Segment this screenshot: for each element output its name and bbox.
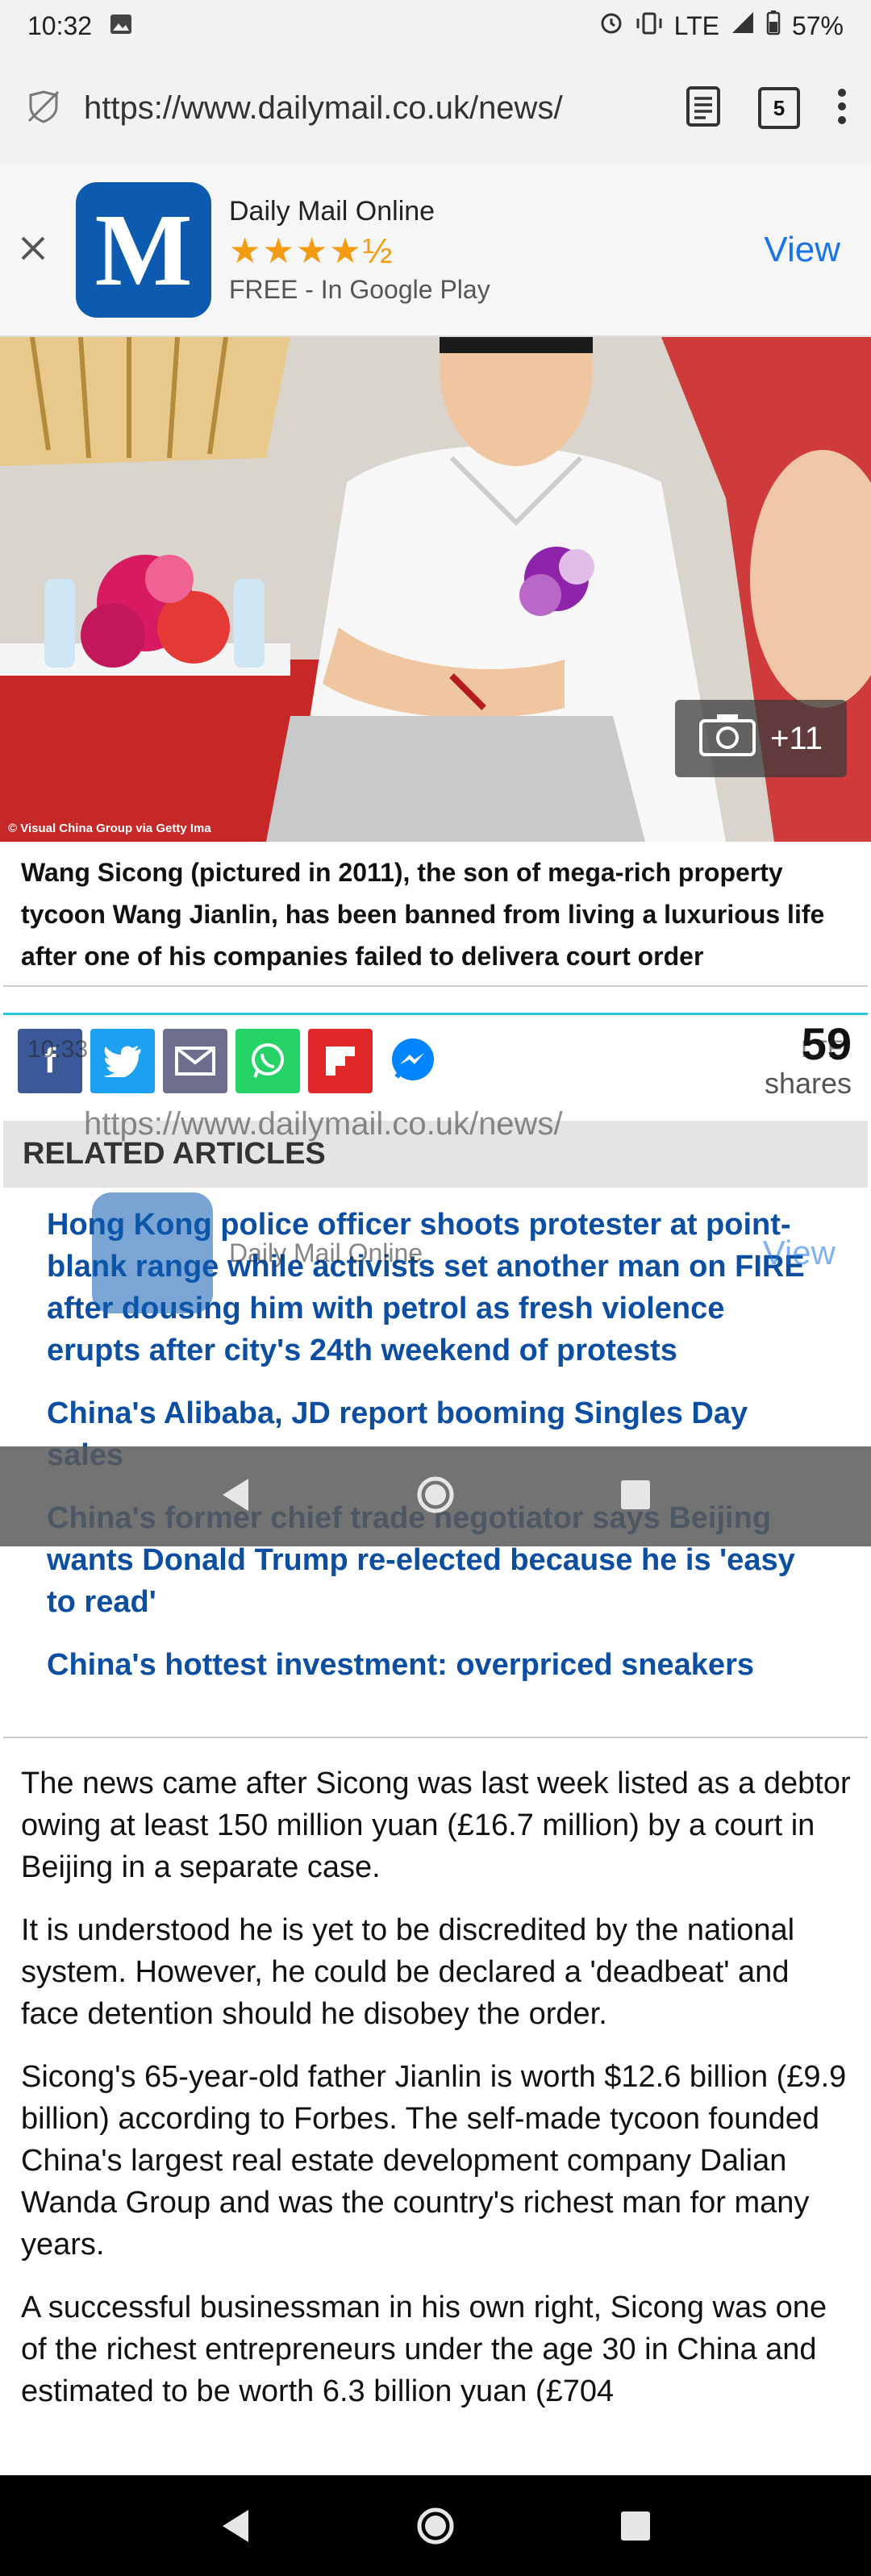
facebook-icon[interactable]: f <box>18 1028 82 1093</box>
signal-icon <box>731 10 755 41</box>
related-article-link[interactable]: Hong Kong police officer shoots proteste… <box>47 1204 826 1371</box>
share-counter: 59 shares <box>764 1017 852 1101</box>
star-rating: ★★★★½ <box>229 231 394 271</box>
view-button[interactable]: View <box>764 230 840 270</box>
camera-icon <box>699 713 756 764</box>
whatsapp-icon[interactable] <box>235 1028 300 1093</box>
ghost-home-icon <box>416 1475 455 1518</box>
related-article-link[interactable]: China's hottest investment: overpriced s… <box>47 1644 826 1686</box>
ghost-navigation-bar <box>0 1446 871 1546</box>
network-type: LTE <box>673 10 719 40</box>
app-store-subtitle: FREE - In Google Play <box>229 274 490 304</box>
twitter-icon[interactable] <box>90 1028 155 1093</box>
messenger-icon[interactable] <box>381 1028 445 1093</box>
url-field[interactable]: https://www.dailymail.co.uk/news/ <box>84 90 600 127</box>
site-info-icon[interactable] <box>24 87 63 130</box>
status-time: 10:32 <box>27 10 93 40</box>
article-paragraph: Sicong's 65-year-old father Jianlin is w… <box>21 2060 847 2262</box>
article-paragraph: A successful businessman in his own righ… <box>21 2291 827 2408</box>
browser-toolbar: https://www.dailymail.co.uk/news/ 5 <box>0 52 871 164</box>
flipboard-icon[interactable] <box>308 1028 373 1093</box>
recents-icon[interactable] <box>619 2510 652 2542</box>
related-articles-header: RELATED ARTICLES <box>3 1121 868 1188</box>
related-articles: RELATED ARTICLES Hong Kong police office… <box>3 1121 868 1731</box>
share-bar: f 59 shares <box>3 1013 868 1106</box>
app-install-banner: M Daily Mail Online ★★★★½ FREE - In Goog… <box>0 164 871 337</box>
app-name: Daily Mail Online <box>229 195 436 227</box>
share-label: shares <box>764 1066 852 1100</box>
article-paragraph: The news came after Sicong was last week… <box>21 1767 851 1884</box>
share-count: 59 <box>801 1017 852 1069</box>
photo-count-label: +11 <box>770 720 823 756</box>
image-notification-icon <box>110 11 132 41</box>
email-icon[interactable] <box>163 1028 227 1093</box>
vibrate-icon <box>636 11 663 41</box>
tab-switcher-button[interactable]: 5 <box>758 87 800 129</box>
ghost-recents-icon <box>619 1479 652 1515</box>
battery-icon <box>766 10 781 42</box>
alarm-icon <box>598 10 624 42</box>
photo-gallery-button[interactable]: +11 <box>675 700 847 777</box>
close-icon[interactable] <box>19 235 47 266</box>
reader-mode-icon[interactable] <box>686 85 721 131</box>
battery-level: 57% <box>791 10 844 40</box>
hero-image[interactable]: +11 © Visual China Group via Getty Ima <box>0 337 871 842</box>
image-caption: Wang Sicong (pictured in 2011), the son … <box>21 858 825 971</box>
article-paragraph: It is understood he is yet to be discred… <box>21 1913 795 2031</box>
back-icon[interactable] <box>219 2508 252 2544</box>
divider <box>3 1737 868 1738</box>
daily-mail-logo: M <box>76 182 211 318</box>
article-body: The news came after Sicong was last week… <box>21 1762 855 2433</box>
ghost-back-icon <box>219 1477 252 1517</box>
overflow-menu-icon[interactable] <box>837 88 847 129</box>
status-bar: 10:32 LTE 57% <box>0 0 871 52</box>
system-navigation-bar <box>0 2475 871 2576</box>
home-icon[interactable] <box>416 2507 455 2545</box>
divider <box>3 985 868 987</box>
photo-credit: © Visual China Group via Getty Ima <box>8 822 211 835</box>
